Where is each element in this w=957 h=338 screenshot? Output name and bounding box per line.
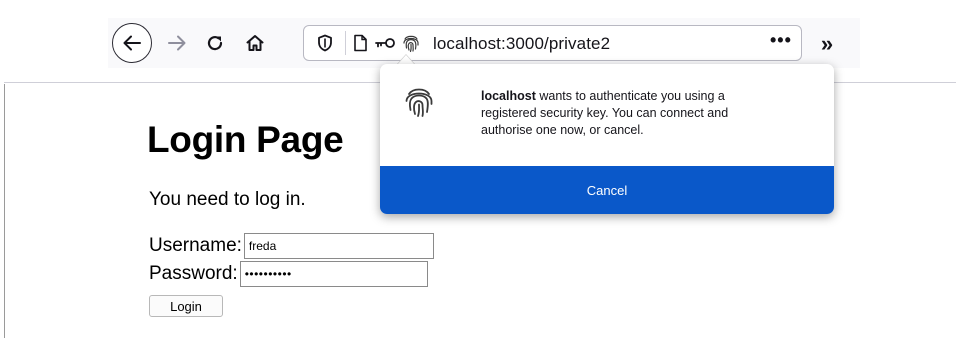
forward-arrow-icon xyxy=(168,35,186,51)
login-message: You need to log in. xyxy=(149,189,306,210)
password-input[interactable] xyxy=(239,261,428,287)
password-label: Password: xyxy=(149,263,238,284)
username-row: Username: xyxy=(149,233,434,259)
page-actions-button[interactable]: ••• xyxy=(770,30,792,51)
key-icon[interactable] xyxy=(374,36,396,50)
back-button[interactable] xyxy=(112,23,152,63)
url-path: :3000/private2 xyxy=(501,34,611,53)
home-button[interactable] xyxy=(238,26,272,60)
username-label: Username: xyxy=(149,235,242,256)
url-text[interactable]: localhost:3000/private2 xyxy=(433,34,610,54)
cancel-label: Cancel xyxy=(586,182,628,198)
address-bar[interactable]: localhost:3000/private2 ••• xyxy=(303,25,802,61)
forward-button[interactable] xyxy=(160,26,194,60)
password-row: Password: xyxy=(149,261,428,287)
fingerprint-icon[interactable] xyxy=(401,33,421,53)
toolbar-overflow-button[interactable]: » xyxy=(810,27,844,61)
url-icon-separator xyxy=(345,31,346,55)
content-left-edge xyxy=(4,84,5,338)
shield-icon[interactable] xyxy=(317,34,333,52)
fingerprint-icon xyxy=(405,88,433,117)
popup-host: localhost xyxy=(481,89,536,103)
back-arrow-icon xyxy=(123,35,141,51)
cancel-button[interactable]: Cancel xyxy=(380,166,834,214)
login-button[interactable]: Login xyxy=(149,295,223,317)
page-title: Login Page xyxy=(147,119,344,160)
page-icon[interactable] xyxy=(353,34,368,52)
home-icon xyxy=(246,35,264,51)
username-input[interactable] xyxy=(243,233,434,259)
reload-button[interactable] xyxy=(198,26,232,60)
url-host: localhost xyxy=(433,34,501,53)
browser-window: localhost:3000/private2 ••• » Login Page… xyxy=(0,0,957,338)
popup-message: localhost wants to authenticate you usin… xyxy=(481,88,781,139)
reload-icon xyxy=(207,35,223,51)
security-key-popup: localhost wants to authenticate you usin… xyxy=(380,64,834,214)
